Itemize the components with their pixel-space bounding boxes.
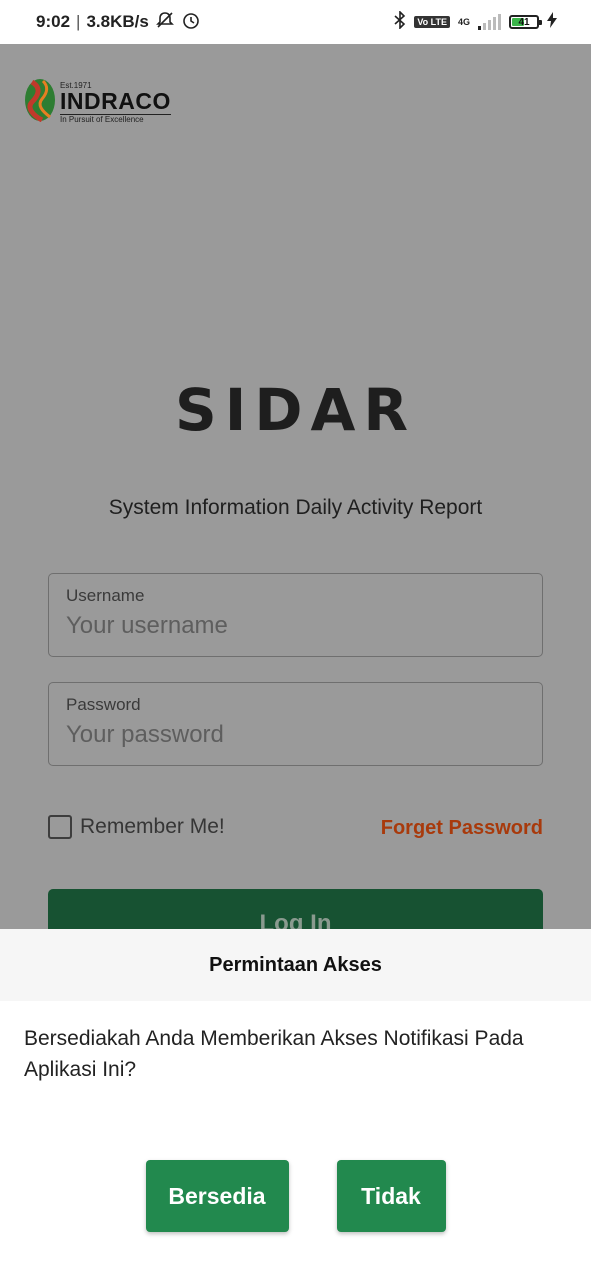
app-subtitle: System Information Daily Activity Report [108, 496, 483, 519]
signal-icon [478, 14, 501, 30]
access-request-dialog: Permintaan Akses Bersediakah Anda Member… [0, 929, 591, 1280]
battery-level: 41 [518, 16, 530, 28]
dialog-actions: Bersedia Tidak [0, 1160, 591, 1232]
password-input[interactable] [66, 721, 525, 749]
username-input[interactable] [66, 612, 525, 640]
network-speed: 3.8KB/s [86, 12, 149, 31]
charging-icon [547, 11, 557, 33]
dialog-message: Bersediakah Anda Memberikan Akses Notifi… [24, 1027, 524, 1081]
remember-label: Remember Me! [80, 815, 225, 838]
network-type: 4G [457, 17, 470, 27]
leaf-logo-icon [24, 78, 56, 127]
forget-password-link[interactable]: Forget Password [381, 817, 543, 840]
company-logo: Est.1971 INDRACO In Pursuit of Excellenc… [24, 78, 171, 127]
app-title: SIDAR [174, 376, 417, 444]
status-left: 9:02 | 3.8KB/s [36, 10, 201, 35]
battery-icon: 41 [509, 15, 542, 29]
logo-name: INDRACO [60, 87, 171, 114]
username-field[interactable]: Username [48, 573, 543, 657]
status-separator: | [76, 12, 81, 31]
mute-bell-icon [155, 10, 175, 35]
password-field[interactable]: Password [48, 682, 543, 766]
decline-button[interactable]: Tidak [336, 1160, 446, 1232]
alarm-icon [181, 10, 201, 35]
clock: 9:02 [36, 12, 71, 31]
accept-button[interactable]: Bersedia [145, 1160, 289, 1232]
status-bar: 9:02 | 3.8KB/s Vo LTE 4G 41 [0, 0, 591, 44]
volte-icon: Vo LTE [414, 16, 450, 28]
logo-tagline: In Pursuit of Excellence [60, 113, 171, 124]
status-right: Vo LTE 4G 41 [394, 9, 557, 34]
dialog-title: Permintaan Akses [0, 929, 591, 1001]
username-label: Username [66, 586, 145, 605]
remember-checkbox[interactable] [48, 815, 72, 839]
bluetooth-icon [394, 9, 406, 34]
password-label: Password [66, 695, 141, 714]
logo-text: Est.1971 INDRACO In Pursuit of Excellenc… [60, 81, 171, 124]
remember-me[interactable]: Remember Me! [48, 815, 225, 839]
